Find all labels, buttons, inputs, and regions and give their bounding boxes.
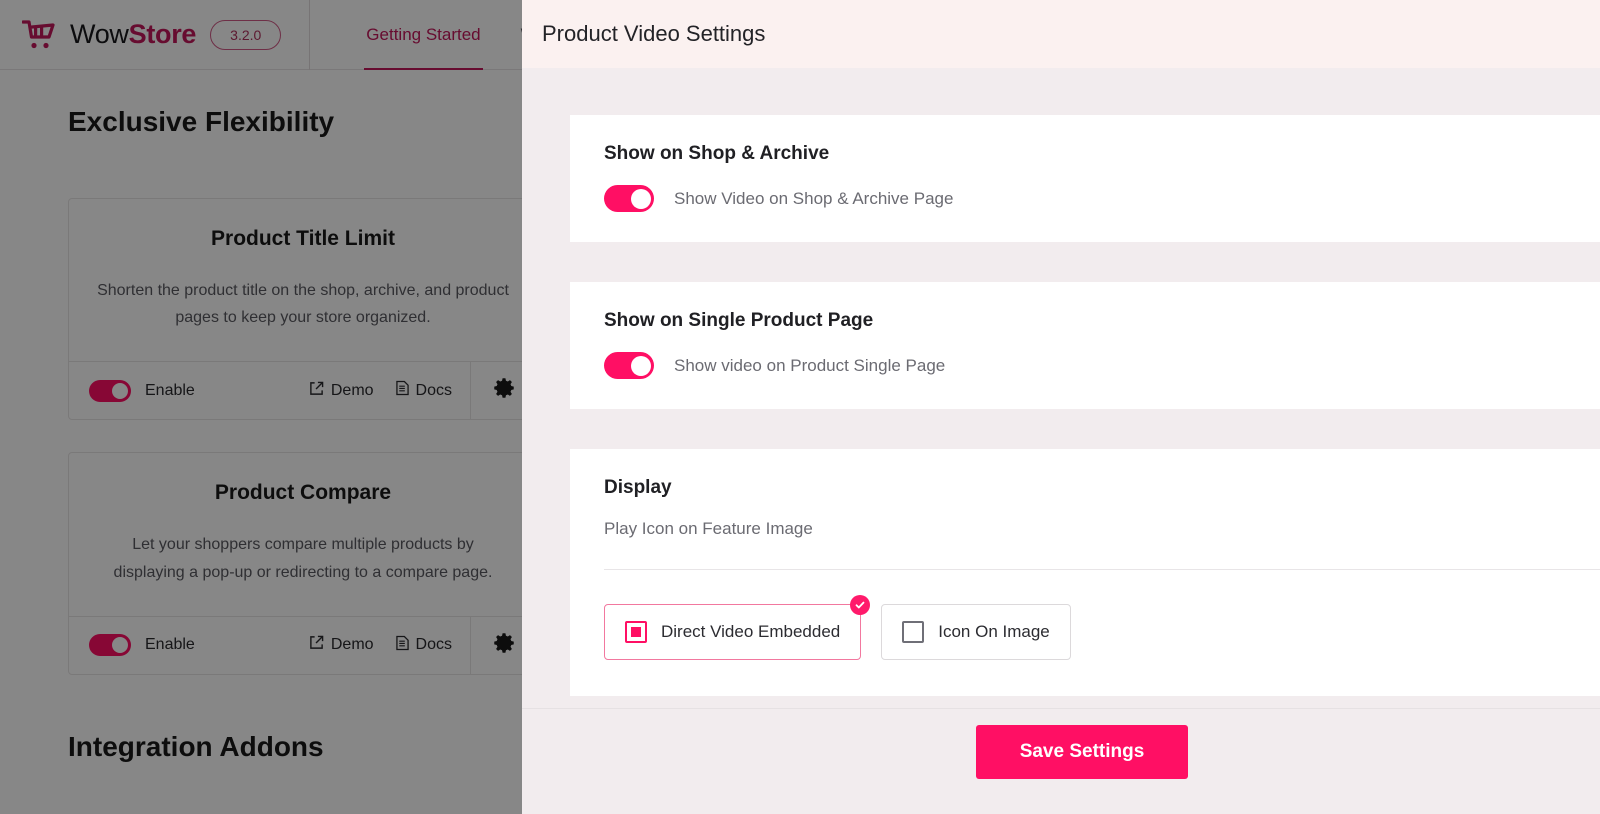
setting-card-display: Display Play Icon on Feature Image Direc… xyxy=(570,449,1600,696)
checkbox-icon xyxy=(625,621,647,643)
card-title: Show on Shop & Archive xyxy=(604,143,830,164)
option-label: Direct Video Embedded xyxy=(661,622,841,641)
option-direct-video-embedded[interactable]: Direct Video Embedded xyxy=(604,595,871,660)
check-circle-icon xyxy=(850,595,871,615)
setting-card-single-product: Show on Single Product Page Show video o… xyxy=(570,282,1600,409)
card-title: Show on Single Product Page xyxy=(604,310,874,331)
toggle-row: Show video on Product Single Page xyxy=(604,352,1600,379)
toggle-label: Show Video on Shop & Archive Page xyxy=(674,188,954,208)
show-on-shop-archive-toggle[interactable] xyxy=(604,185,654,212)
display-options: Direct Video Embedded Icon On Image xyxy=(604,595,1600,660)
modal-title: Product Video Settings xyxy=(542,21,766,46)
save-settings-button[interactable]: Save Settings xyxy=(975,725,1189,779)
setting-card-shop-archive: Show on Shop & Archive Show Video on Sho… xyxy=(570,115,1600,242)
toggle-label: Show video on Product Single Page xyxy=(674,355,946,375)
toggle-row: Show Video on Shop & Archive Page xyxy=(604,185,1600,212)
option-icon-on-image[interactable]: Icon On Image xyxy=(881,604,1071,660)
checkbox-icon xyxy=(902,621,925,643)
modal-body: Show on Shop & Archive Show Video on Sho… xyxy=(522,68,1600,795)
show-on-single-product-toggle[interactable] xyxy=(604,352,654,379)
divider xyxy=(604,569,1600,570)
product-video-settings-modal: Product Video Settings Show on Shop & Ar… xyxy=(522,0,1600,814)
app-root: WowStore 3.2.0 Getting Started W Exclusi… xyxy=(0,0,1600,814)
display-subtitle: Play Icon on Feature Image xyxy=(604,519,813,538)
modal-header: Product Video Settings xyxy=(522,0,1600,68)
card-title: Display xyxy=(604,477,672,498)
option-label: Icon On Image xyxy=(938,622,1050,641)
modal-footer: Save Settings xyxy=(522,708,1600,795)
